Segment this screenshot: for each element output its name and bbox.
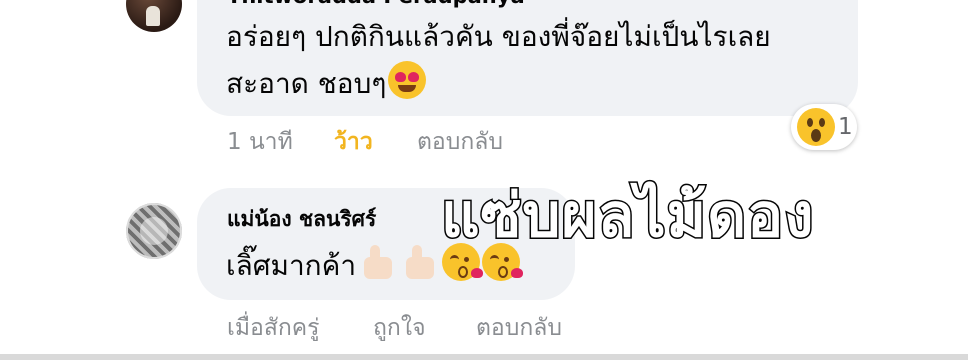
divider xyxy=(0,354,968,360)
comment-timestamp[interactable]: 1 นาที xyxy=(227,124,293,160)
heart-eyes-emoji-icon xyxy=(388,61,427,99)
thumbs-up-emoji-icon xyxy=(358,243,398,281)
comment-text-line: สะอาด ชอบๆ xyxy=(226,61,427,107)
comment-text: สะอาด ชอบๆ xyxy=(226,67,387,100)
comment-author[interactable]: แม่น้อง ชลนริศร์ xyxy=(227,203,376,236)
wow-reaction-icon xyxy=(797,108,835,146)
comment-timestamp[interactable]: เมื่อสักครู่ xyxy=(227,310,320,346)
like-button[interactable]: ว้าว xyxy=(334,124,373,160)
commenter-avatar[interactable] xyxy=(126,0,182,32)
reply-button[interactable]: ตอบกลับ xyxy=(417,124,503,160)
watermark-text: แซ่บผลไม้ดอง xyxy=(439,180,815,253)
like-button[interactable]: ถูกใจ xyxy=(373,310,426,346)
reply-button[interactable]: ตอบกลับ xyxy=(476,310,562,346)
comment-text-line: อร่อยๆ ปกติกินแล้วคัน ของพี่จ๊อยไม่เป็นไ… xyxy=(226,20,771,53)
reaction-count: 1 xyxy=(838,114,853,140)
comment-author[interactable]: Tnitworadda Peradpanya xyxy=(227,0,525,8)
reaction-summary[interactable]: 1 xyxy=(791,104,857,150)
thumbs-up-emoji-icon xyxy=(400,243,440,281)
commenter-avatar[interactable] xyxy=(126,203,182,259)
comment-text: เลิ๊ศมากค้า xyxy=(226,249,357,282)
